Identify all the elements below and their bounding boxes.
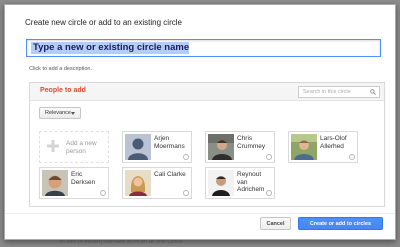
person-card[interactable]: Chris Crummey [205, 131, 275, 163]
search-in-circle-input[interactable] [298, 86, 380, 98]
plus-icon [46, 139, 60, 153]
circle-name-input[interactable] [26, 39, 381, 57]
person-name: Chris Crummey [237, 135, 266, 150]
person-photo [208, 170, 234, 196]
add-new-person-card[interactable]: Add a new person [39, 131, 109, 163]
add-new-person-label: Add a new person [66, 140, 97, 155]
sort-relevance-dropdown[interactable]: Relevance [39, 107, 81, 119]
person-card[interactable]: Arjen Moermans [122, 131, 192, 163]
person-name: Lars-Olof Allerhed [320, 135, 347, 150]
person-name: Arjen Moermans [154, 135, 185, 150]
person-photo [291, 134, 317, 160]
panel-header: People to add [30, 83, 384, 101]
sort-label: Relevance [45, 110, 71, 116]
person-card[interactable]: Eric Derksen [39, 167, 109, 199]
add-description-link[interactable]: Click to add a description. [29, 66, 92, 72]
person-name: Cali Clarke [154, 171, 186, 178]
select-person-checkbox[interactable] [183, 154, 189, 160]
people-to-add-heading: People to add [40, 87, 86, 94]
select-person-checkbox[interactable] [183, 190, 189, 196]
dialog-title: Create new circle or add to an existing … [25, 18, 182, 27]
footer-divider [5, 213, 395, 214]
select-person-checkbox[interactable] [100, 190, 106, 196]
cancel-button[interactable]: Cancel [260, 217, 291, 230]
person-photo [42, 170, 68, 196]
search-icon[interactable] [370, 89, 376, 95]
caret-down-icon [71, 112, 75, 115]
default-avatar-icon [125, 134, 151, 160]
person-photo [125, 170, 151, 196]
person-card[interactable]: Reynout van Adrichem [205, 167, 275, 199]
create-circle-dialog: Create new circle or add to an existing … [4, 4, 396, 240]
people-to-add-panel: People to add Relevance Add a new perso [29, 82, 385, 207]
select-person-checkbox[interactable] [349, 154, 355, 160]
select-person-checkbox[interactable] [266, 190, 272, 196]
select-person-checkbox[interactable] [266, 154, 272, 160]
person-name: Eric Derksen [71, 171, 96, 186]
person-card[interactable]: Cali Clarke [122, 167, 192, 199]
person-photo [208, 134, 234, 160]
create-or-add-button[interactable]: Create or add to circles [298, 217, 383, 230]
person-card[interactable]: Lars-Olof Allerhed [288, 131, 358, 163]
